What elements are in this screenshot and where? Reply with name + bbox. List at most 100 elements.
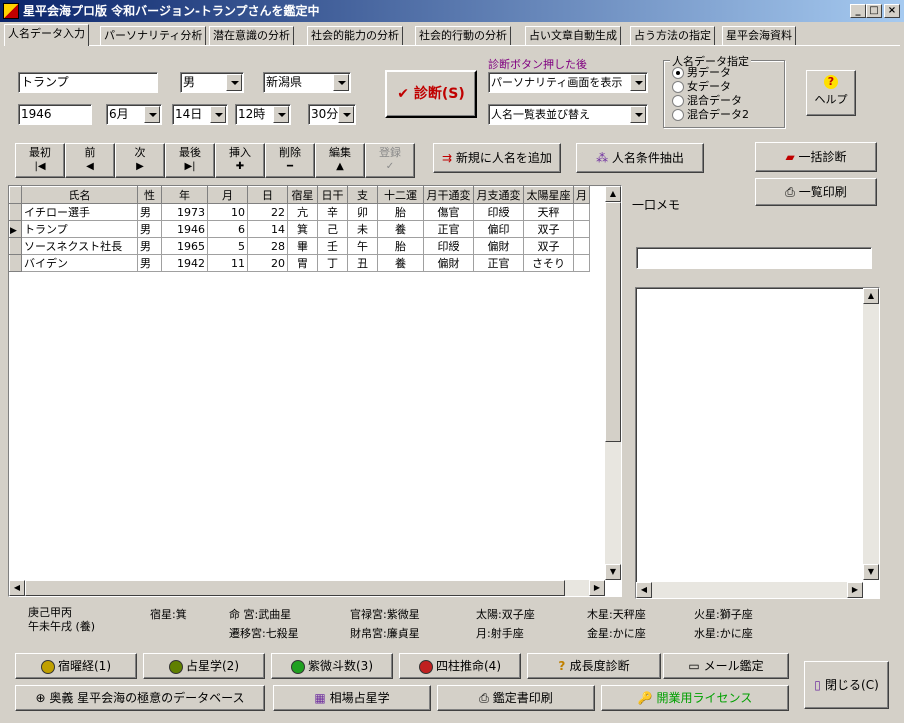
print-list-button[interactable]: ⎙ 一覧印刷 bbox=[755, 178, 877, 206]
table-cell[interactable]: 箕 bbox=[287, 220, 318, 238]
table-cell[interactable]: 印綬 bbox=[473, 203, 524, 221]
table-cell[interactable]: 偏印 bbox=[473, 220, 524, 238]
table-cell[interactable]: イチロー選手 bbox=[21, 203, 138, 221]
scroll-right-icon[interactable]: ▶ bbox=[847, 582, 863, 598]
astrology-button[interactable]: 占星学(2) bbox=[143, 653, 265, 679]
nav-post-button[interactable]: 登録 ✓ bbox=[365, 143, 415, 178]
close-window-button[interactable]: × bbox=[884, 4, 900, 18]
growth-button[interactable]: ? 成長度診断 bbox=[527, 653, 661, 679]
nav-edit-button[interactable]: 編集 ▲ bbox=[315, 143, 365, 178]
chevron-down-icon[interactable] bbox=[338, 106, 354, 123]
table-cell[interactable]: 20 bbox=[247, 254, 288, 272]
table-cell[interactable]: 養 bbox=[377, 220, 424, 238]
radio-mixed[interactable]: 混合データ bbox=[672, 94, 749, 108]
tab-personality[interactable]: パーソナリティ分析 bbox=[100, 26, 207, 45]
table-cell[interactable]: 男 bbox=[137, 254, 162, 272]
table-cell[interactable]: 偏財 bbox=[473, 237, 524, 255]
chevron-down-icon[interactable] bbox=[630, 106, 646, 123]
table-cell[interactable]: 印綬 bbox=[423, 237, 474, 255]
table-cell[interactable]: 養 bbox=[377, 254, 424, 272]
report-print-button[interactable]: ⎙ 鑑定書印刷 bbox=[437, 685, 595, 711]
tab-name-input[interactable]: 人名データ入力 bbox=[4, 24, 89, 46]
nav-delete-button[interactable]: 削除 ━ bbox=[265, 143, 315, 178]
table-cell[interactable]: 傷官 bbox=[423, 203, 474, 221]
table-cell[interactable]: 午 bbox=[347, 237, 378, 255]
table-cell[interactable]: 亢 bbox=[287, 203, 318, 221]
table-cell[interactable]: 双子 bbox=[523, 220, 574, 238]
tab-materials[interactable]: 星平会海資料 bbox=[722, 26, 796, 45]
table-cell[interactable]: 胃 bbox=[287, 254, 318, 272]
scroll-left-icon[interactable]: ◀ bbox=[9, 580, 25, 596]
scroll-left-icon[interactable]: ◀ bbox=[636, 582, 652, 598]
memo-textarea[interactable]: ▲ ▼ ◀ ▶ bbox=[635, 287, 880, 599]
table-cell[interactable]: 己 bbox=[317, 220, 348, 238]
table-cell[interactable]: 男 bbox=[137, 203, 162, 221]
extract-button[interactable]: ⁂ 人名条件抽出 bbox=[576, 143, 704, 173]
table-cell[interactable] bbox=[573, 254, 590, 272]
col-header-sun-sign[interactable]: 太陽星座 bbox=[523, 186, 574, 204]
table-cell[interactable]: 正官 bbox=[423, 220, 474, 238]
hour-select[interactable]: 12時 bbox=[235, 104, 291, 125]
minute-select[interactable]: 30分 bbox=[308, 104, 356, 125]
scroll-down-icon[interactable]: ▼ bbox=[863, 564, 879, 580]
chevron-down-icon[interactable] bbox=[333, 74, 349, 91]
table-cell[interactable]: 未 bbox=[347, 220, 378, 238]
current-row-icon[interactable]: ▶ bbox=[9, 220, 22, 238]
memo-vscrollbar[interactable]: ▲ ▼ bbox=[863, 288, 879, 580]
table-cell[interactable]: 1965 bbox=[161, 237, 208, 255]
grid-hscrollbar[interactable]: ◀ ▶ bbox=[9, 580, 605, 596]
scroll-right-icon[interactable]: ▶ bbox=[589, 580, 605, 596]
tab-auto-text[interactable]: 占い文章自動生成 bbox=[525, 26, 621, 45]
table-cell[interactable]: 6 bbox=[207, 220, 248, 238]
table-cell[interactable]: 正官 bbox=[473, 254, 524, 272]
shukuyo-button[interactable]: 宿曜経(1) bbox=[15, 653, 137, 679]
radio-female[interactable]: 女データ bbox=[672, 80, 749, 94]
col-header-junien[interactable]: 十二運 bbox=[377, 186, 424, 204]
gender-select[interactable]: 男 bbox=[180, 72, 244, 93]
table-row[interactable]: ▶ トランプ男 1946 6 14 箕己未養正官 偏印 双子 bbox=[9, 220, 590, 238]
tab-social-behavior[interactable]: 社会的行動の分析 bbox=[415, 26, 511, 45]
table-cell[interactable]: 辛 bbox=[317, 203, 348, 221]
table-cell[interactable]: 卯 bbox=[347, 203, 378, 221]
col-header-gender[interactable]: 性 bbox=[137, 186, 162, 204]
radio-male[interactable]: 男データ bbox=[672, 66, 749, 80]
scroll-up-icon[interactable]: ▲ bbox=[863, 288, 879, 304]
chevron-down-icon[interactable] bbox=[226, 74, 242, 91]
tab-subconscious[interactable]: 潜在意識の分析 bbox=[209, 26, 294, 45]
col-header-nikkan[interactable]: 日干 bbox=[317, 186, 348, 204]
col-header-day[interactable]: 日 bbox=[247, 186, 288, 204]
close-button[interactable]: ▯ 閉じる(C) bbox=[804, 661, 889, 709]
table-cell[interactable]: 男 bbox=[137, 220, 162, 238]
grid-vscrollbar[interactable]: ▲ ▼ bbox=[605, 186, 621, 580]
year-input[interactable]: 1946 bbox=[18, 104, 92, 125]
nav-insert-button[interactable]: 挿入 ✚ bbox=[215, 143, 265, 178]
table-cell[interactable]: 1973 bbox=[161, 203, 208, 221]
day-select[interactable]: 14日 bbox=[172, 104, 228, 125]
tab-social-ability[interactable]: 社会的能力の分析 bbox=[307, 26, 403, 45]
table-cell[interactable]: 10 bbox=[207, 203, 248, 221]
diagnose-button[interactable]: ✔ 診断(S) bbox=[385, 70, 477, 118]
table-cell[interactable]: 丑 bbox=[347, 254, 378, 272]
table-cell[interactable]: バイデン bbox=[21, 254, 138, 272]
table-cell[interactable] bbox=[573, 237, 590, 255]
table-cell[interactable]: ソースネクスト社長 bbox=[21, 237, 138, 255]
database-button[interactable]: ⊕ 奥義 星平会海の極意のデータベース bbox=[15, 685, 265, 711]
row-indicator[interactable] bbox=[9, 254, 22, 272]
table-cell[interactable]: 14 bbox=[247, 220, 288, 238]
table-cell[interactable]: 男 bbox=[137, 237, 162, 255]
table-cell[interactable]: 1942 bbox=[161, 254, 208, 272]
table-cell[interactable]: 28 bbox=[247, 237, 288, 255]
nav-last-button[interactable]: 最後 ▶| bbox=[165, 143, 215, 178]
add-new-name-button[interactable]: ⇉ 新規に人名を追加 bbox=[433, 143, 561, 173]
table-cell[interactable]: 1946 bbox=[161, 220, 208, 238]
table-cell[interactable]: 天秤 bbox=[523, 203, 574, 221]
license-button[interactable]: 🔑 開業用ライセンス bbox=[601, 685, 789, 711]
chevron-down-icon[interactable] bbox=[273, 106, 289, 123]
col-header-moon[interactable]: 月 bbox=[573, 186, 590, 204]
grid-hscroll-thumb[interactable] bbox=[25, 580, 565, 596]
table-cell[interactable]: 畢 bbox=[287, 237, 318, 255]
nav-first-button[interactable]: 最初 |◀ bbox=[15, 143, 65, 178]
radio-mixed2[interactable]: 混合データ2 bbox=[672, 108, 749, 122]
table-cell[interactable] bbox=[573, 203, 590, 221]
table-cell[interactable]: 胎 bbox=[377, 203, 424, 221]
